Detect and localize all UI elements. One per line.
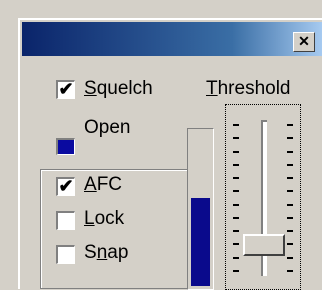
threshold-tick — [287, 164, 293, 166]
threshold-tick — [233, 217, 239, 219]
snap-label[interactable]: Snap — [84, 242, 128, 264]
threshold-tick — [287, 217, 293, 219]
threshold-tick — [233, 230, 239, 232]
threshold-tick — [287, 204, 293, 206]
threshold-tick — [233, 151, 239, 153]
lock-label[interactable]: Lock — [84, 208, 124, 230]
threshold-tick — [287, 243, 293, 245]
open-indicator-led — [56, 138, 75, 155]
threshold-tick — [287, 137, 293, 139]
squelch-panel-window: ✕ ✔ Squelch Threshold Open ✔ AFC Lock Sn… — [18, 18, 322, 290]
threshold-tick — [233, 164, 239, 166]
title-bar: ✕ — [22, 22, 322, 56]
lock-checkbox[interactable] — [56, 211, 75, 230]
checkmark-icon: ✔ — [58, 176, 74, 196]
squelch-label[interactable]: Squelch — [84, 78, 153, 100]
threshold-label: Threshold — [206, 78, 291, 99]
threshold-tick — [233, 243, 239, 245]
threshold-tick — [233, 270, 239, 272]
threshold-slider-thumb[interactable] — [243, 234, 285, 256]
threshold-tick — [233, 257, 239, 259]
threshold-tick — [233, 124, 239, 126]
signal-level-fill — [191, 198, 210, 286]
afc-label[interactable]: AFC — [84, 174, 122, 196]
threshold-tick — [287, 190, 293, 192]
threshold-tick — [233, 190, 239, 192]
threshold-tick — [233, 137, 239, 139]
checkmark-icon: ✔ — [58, 79, 74, 99]
threshold-tick — [287, 151, 293, 153]
close-button[interactable]: ✕ — [293, 32, 315, 52]
open-label: Open — [84, 117, 131, 138]
close-icon: ✕ — [298, 33, 310, 49]
snap-checkbox[interactable] — [56, 245, 75, 264]
threshold-tick — [287, 257, 293, 259]
threshold-tick — [233, 177, 239, 179]
threshold-tick — [287, 230, 293, 232]
squelch-checkbox[interactable]: ✔ — [56, 80, 75, 99]
threshold-tick — [287, 270, 293, 272]
threshold-tick — [233, 204, 239, 206]
threshold-tick — [287, 177, 293, 179]
signal-level-meter — [187, 128, 214, 290]
threshold-tick — [287, 124, 293, 126]
afc-checkbox[interactable]: ✔ — [56, 177, 75, 196]
